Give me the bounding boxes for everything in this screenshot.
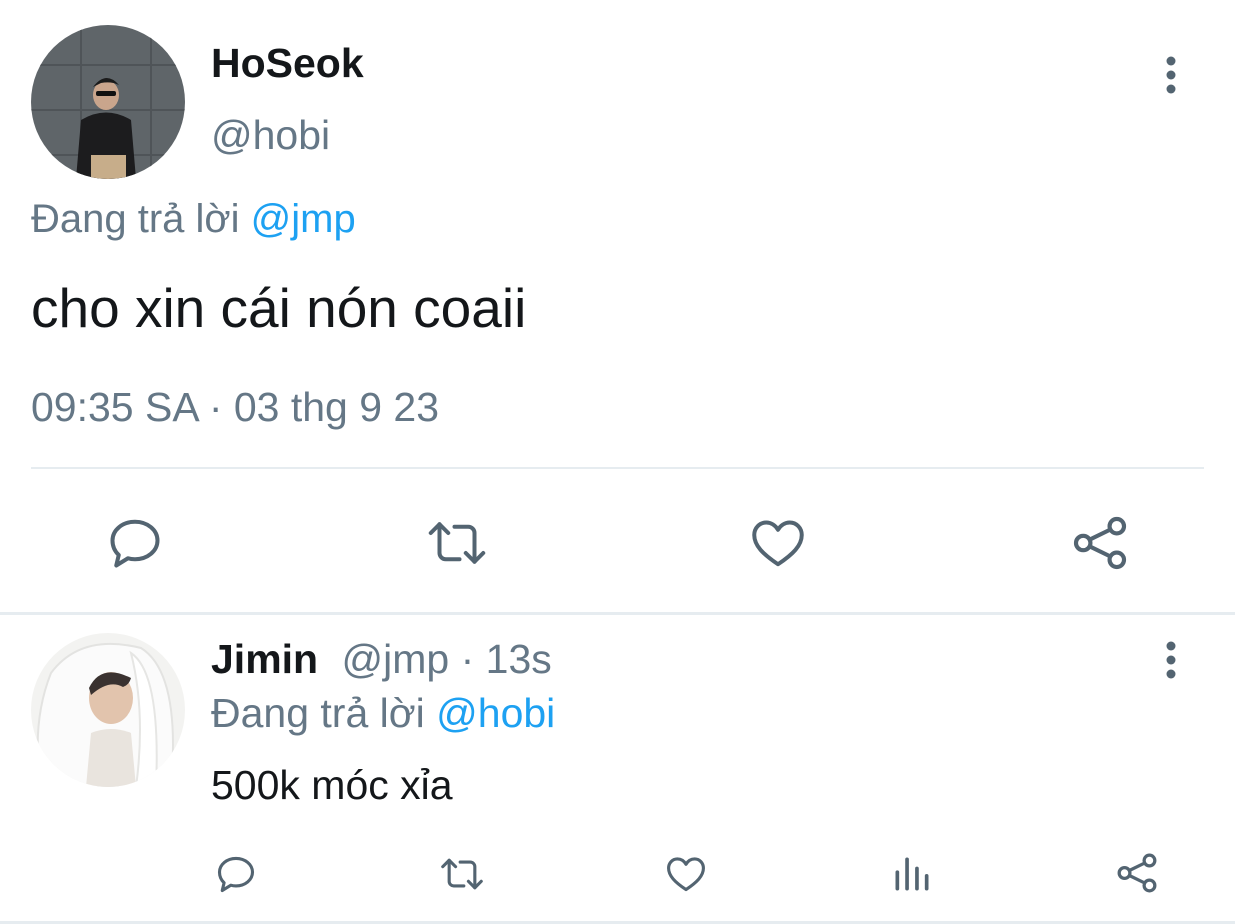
reply-tweet-time-ago[interactable]: 13s [486, 636, 552, 682]
reply-icon[interactable] [214, 852, 258, 896]
reply-tweet-text: 500k móc xỉa [211, 762, 453, 808]
reply-tweet-avatar[interactable] [31, 633, 185, 787]
like-icon[interactable] [748, 513, 808, 573]
main-tweet-reply-context: Đang trả lời @jmp [31, 196, 356, 242]
main-tweet-display-name[interactable]: HoSeok [211, 40, 364, 86]
retweet-icon[interactable] [424, 513, 490, 573]
reply-tweet-handle[interactable]: @jmp [342, 636, 450, 682]
main-tweet-timestamp[interactable]: 09:35 SA · 03 thg 9 23 [31, 384, 439, 430]
reply-to-link[interactable]: @hobi [436, 690, 555, 736]
reply-prefix: Đang trả lời [211, 690, 425, 736]
main-tweet-text: cho xin cái nón coaii [31, 277, 527, 339]
main-tweet-handle[interactable]: @hobi [211, 112, 330, 158]
reply-prefix: Đang trả lời [31, 197, 240, 241]
section-divider [0, 612, 1235, 615]
share-icon[interactable] [1069, 512, 1131, 574]
reply-tweet-more-menu-icon[interactable] [1158, 640, 1184, 682]
retweet-icon[interactable] [437, 852, 487, 896]
reply-icon[interactable] [105, 513, 165, 573]
reply-tweet-reply-context: Đang trả lời @hobi [211, 690, 555, 736]
reply-tweet-header: Jimin @jmp · 13s [211, 636, 552, 682]
main-tweet-avatar[interactable] [31, 25, 185, 179]
reply-tweet-separator: · [460, 636, 475, 682]
analytics-icon[interactable] [890, 852, 934, 896]
main-tweet-more-menu-icon[interactable] [1158, 55, 1184, 97]
like-icon[interactable] [664, 852, 708, 896]
share-icon[interactable] [1114, 850, 1160, 896]
reply-tweet-display-name[interactable]: Jimin [211, 636, 318, 682]
reply-to-link[interactable]: @jmp [251, 197, 356, 241]
main-tweet-divider [31, 467, 1204, 469]
